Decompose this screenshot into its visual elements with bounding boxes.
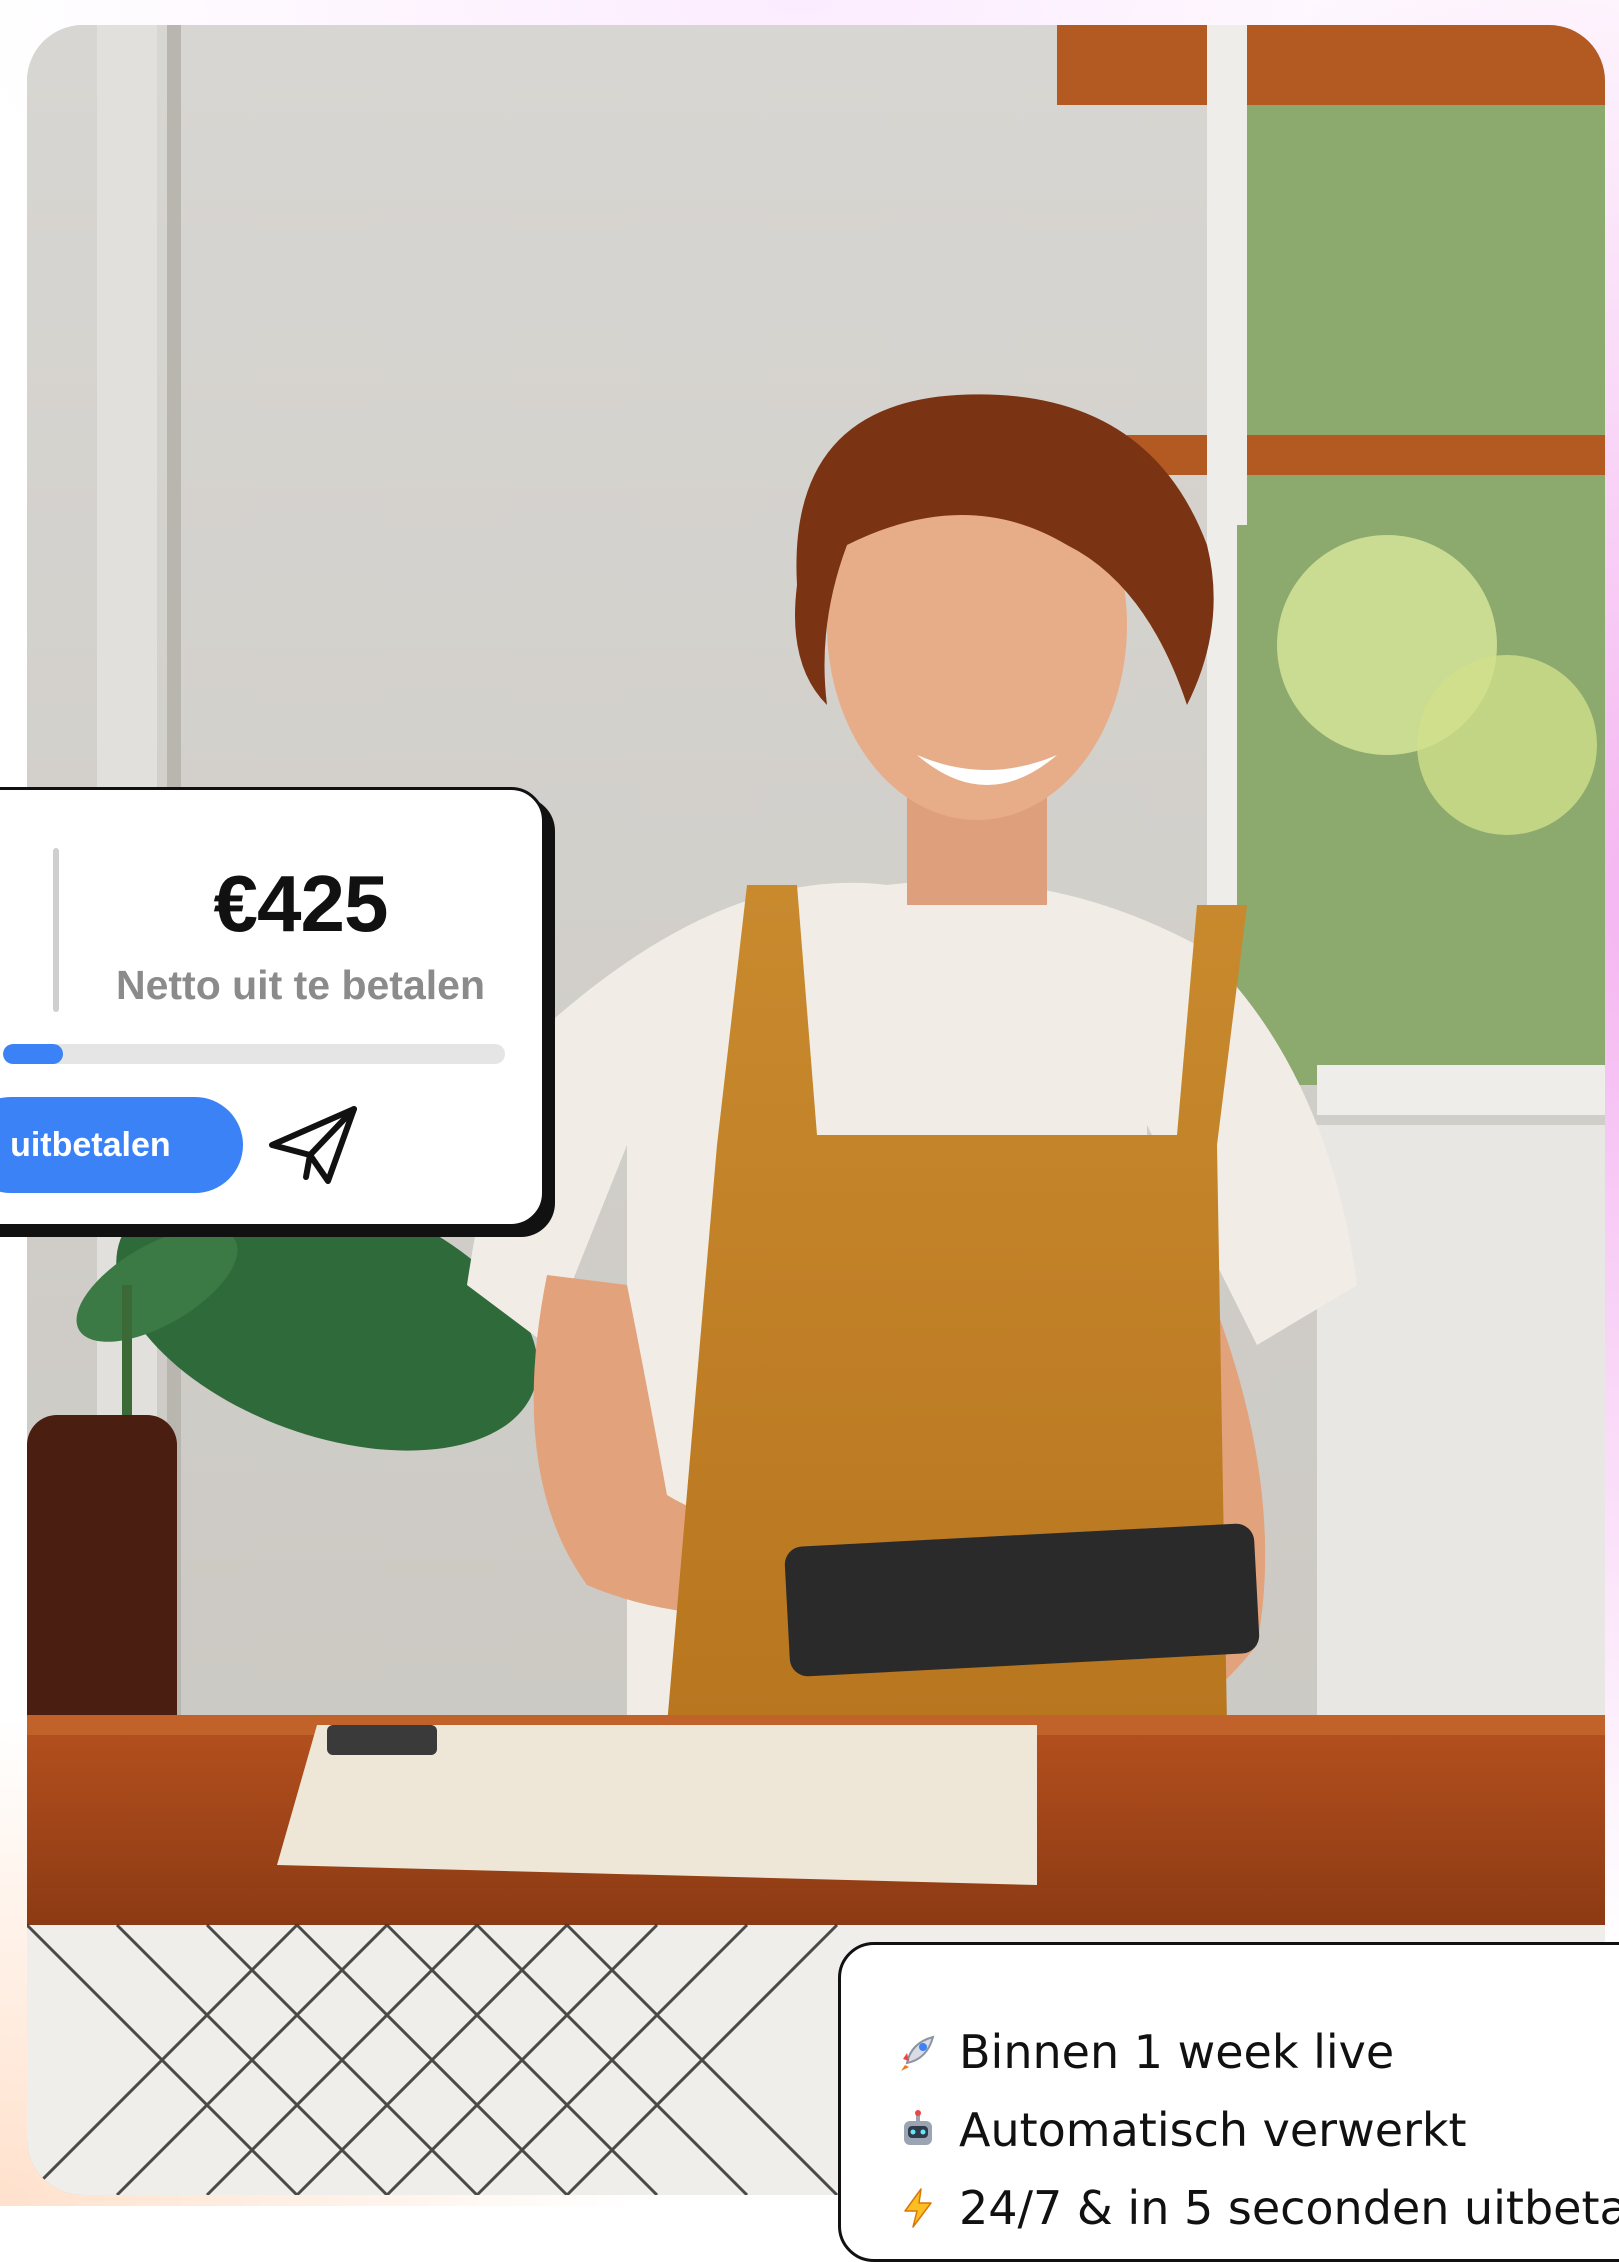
payout-progress-fill xyxy=(3,1044,64,1064)
feature-label: Automatisch verwerkt xyxy=(959,2103,1467,2157)
lightning-icon xyxy=(904,2188,932,2228)
payout-subtitle: Netto uit te betalen xyxy=(115,962,486,1008)
rocket-icon xyxy=(901,2035,935,2071)
features-card: Binnen 1 week live Automatisch verwerkt … xyxy=(838,1942,1619,2262)
feature-list: Binnen 1 week live Automatisch verwerkt … xyxy=(897,2013,1619,2247)
paper-plane-icon[interactable] xyxy=(266,1103,362,1187)
feature-item: Binnen 1 week live xyxy=(897,2013,1619,2091)
payout-button-label: Nu uitbetalen xyxy=(0,1126,171,1164)
robot-icon xyxy=(904,2110,932,2145)
payout-button[interactable]: Nu uitbetalen xyxy=(0,1097,243,1193)
feature-label: 24/7 & in 5 seconden uitbetalen xyxy=(959,2181,1619,2235)
payout-progress-bar xyxy=(3,1044,505,1064)
payout-amount: €425 xyxy=(213,859,389,948)
feature-item: 24/7 & in 5 seconden uitbetalen xyxy=(897,2169,1619,2247)
feature-item: Automatisch verwerkt xyxy=(897,2091,1619,2169)
feature-label: Binnen 1 week live xyxy=(959,2025,1395,2079)
payout-card: €425 Netto uit te betalen Nu uitbetalen xyxy=(0,787,545,1227)
